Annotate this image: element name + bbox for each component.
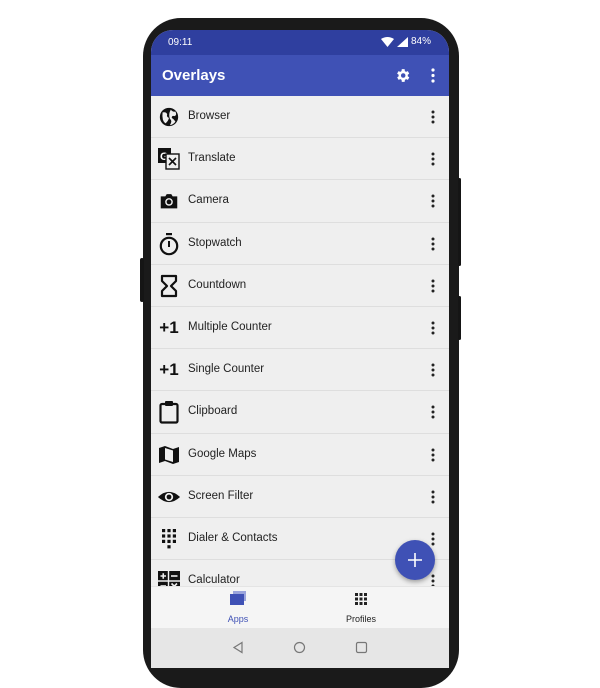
item-label: Countdown xyxy=(188,278,247,291)
translate-icon: G xyxy=(157,147,181,171)
list-item-camera[interactable]: Camera xyxy=(151,180,449,223)
more-vert-icon[interactable] xyxy=(427,320,439,336)
item-label: Stopwatch xyxy=(188,236,242,249)
signal-icon xyxy=(396,36,408,47)
wifi-icon xyxy=(380,36,394,47)
side-button xyxy=(458,296,461,340)
list-item-multiple-counter[interactable]: +1 Multiple Counter xyxy=(151,306,449,350)
back-icon[interactable] xyxy=(232,641,244,654)
list-item-clipboard[interactable]: Clipboard xyxy=(151,391,449,434)
stopwatch-icon xyxy=(157,232,181,256)
power-button xyxy=(458,178,461,266)
item-label: Clipboard xyxy=(188,405,238,418)
item-label: Camera xyxy=(188,194,229,207)
more-vert-icon[interactable] xyxy=(427,151,439,167)
plus-one-icon: +1 xyxy=(159,360,179,380)
hourglass-icon xyxy=(157,274,181,298)
item-label: Dialer & Contacts xyxy=(188,531,278,544)
clipboard-icon xyxy=(157,400,181,424)
dialpad-icon xyxy=(157,527,181,551)
item-label: Screen Filter xyxy=(188,489,254,502)
overlay-list: Browser G Translate Camera Stopwatch Cou… xyxy=(151,96,449,603)
gear-icon[interactable] xyxy=(394,67,411,84)
add-button[interactable] xyxy=(395,540,435,580)
system-navigation-bar xyxy=(151,628,449,668)
item-label: Browser xyxy=(188,110,231,122)
more-vert-icon[interactable] xyxy=(427,404,439,420)
page-title: Overlays xyxy=(162,67,226,84)
nav-label-profiles: Profiles xyxy=(345,614,376,624)
more-vert-icon[interactable] xyxy=(427,489,439,505)
list-item-single-counter[interactable]: +1 Single Counter xyxy=(151,349,449,392)
nav-tab-apps[interactable]: Apps xyxy=(198,591,278,624)
status-indicators: 84% xyxy=(380,36,431,47)
grid-icon xyxy=(355,593,367,605)
apps-icon xyxy=(230,591,246,605)
more-vert-icon[interactable] xyxy=(427,109,439,125)
list-item-translate[interactable]: G Translate xyxy=(151,138,449,181)
eye-icon xyxy=(157,485,181,509)
list-item-google-maps[interactable]: Google Maps xyxy=(151,433,449,476)
battery-level: 84% xyxy=(410,36,431,47)
more-vert-icon[interactable] xyxy=(427,236,439,252)
home-icon[interactable] xyxy=(293,641,306,654)
app-toolbar: Overlays xyxy=(151,55,449,96)
list-item-browser[interactable]: Browser xyxy=(151,96,449,139)
status-time: 09:11 xyxy=(168,37,193,48)
globe-icon xyxy=(157,105,181,129)
plus-one-icon: +1 xyxy=(159,317,179,337)
recents-icon[interactable] xyxy=(355,641,368,654)
more-vert-icon[interactable] xyxy=(427,193,439,209)
nav-label-apps: Apps xyxy=(227,614,249,624)
status-bar: 09:11 84% xyxy=(151,30,449,55)
more-vert-icon[interactable] xyxy=(427,67,439,84)
item-label: Google Maps xyxy=(188,447,257,460)
nav-tab-profiles[interactable]: Profiles xyxy=(321,591,401,624)
volume-button xyxy=(140,258,144,302)
more-vert-icon[interactable] xyxy=(427,362,439,378)
item-label: Single Counter xyxy=(188,363,265,376)
list-item-screen-filter[interactable]: Screen Filter xyxy=(151,475,449,518)
item-label: Multiple Counter xyxy=(188,320,272,333)
item-label: Calculator xyxy=(188,574,240,587)
more-vert-icon[interactable] xyxy=(427,278,439,294)
list-item-stopwatch[interactable]: Stopwatch xyxy=(151,222,449,265)
list-item-countdown[interactable]: Countdown xyxy=(151,264,449,307)
item-label: Translate xyxy=(188,152,236,165)
map-icon xyxy=(157,443,181,467)
bottom-navigation: Apps Profiles xyxy=(151,586,449,629)
plus-icon xyxy=(408,553,422,567)
screen: 09:11 84% Overlays Browser G Translate C… xyxy=(151,30,449,668)
camera-icon xyxy=(157,189,181,213)
more-vert-icon[interactable] xyxy=(427,447,439,463)
